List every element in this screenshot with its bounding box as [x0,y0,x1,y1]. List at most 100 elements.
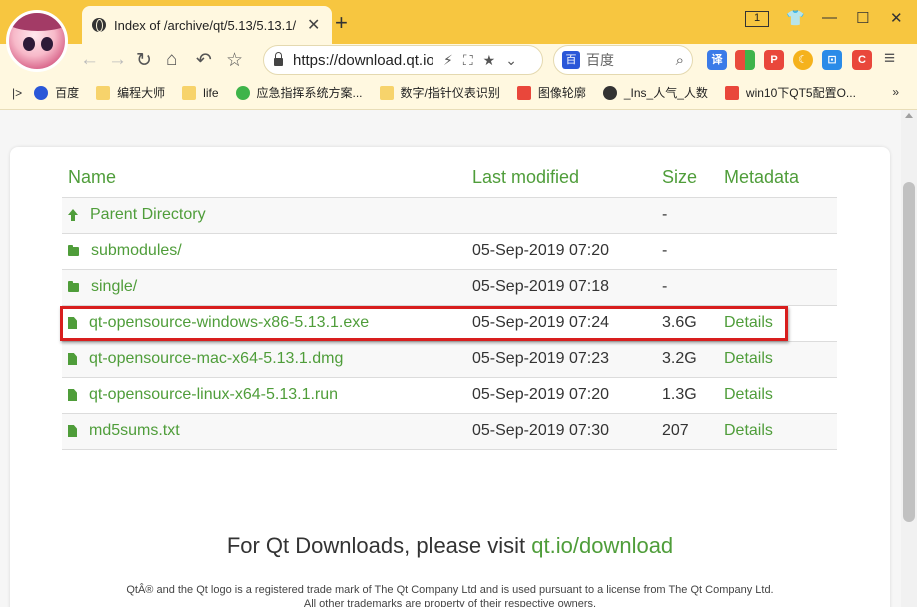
bookmark-qt5-config[interactable]: win10下QT5配置O... [724,84,856,101]
column-header-name[interactable]: Name [62,159,466,197]
page-viewport: Name Last modified Size Metadata Parent … [0,110,901,607]
menu-icon[interactable]: ≡ [884,48,895,70]
undo-close-tab-icon[interactable]: ↶ [196,49,212,72]
windows-installer-link[interactable]: qt-opensource-windows-x86-5.13.1.exe [89,314,369,332]
mac-installer-link[interactable]: qt-opensource-mac-x64-5.13.1.dmg [89,350,343,368]
title-bar: Index of /archive/qt/5.13/5.13.1/ ✕ + 1 … [0,0,917,44]
bookmark-folder-programming[interactable]: 编程大师 [96,84,165,101]
globe-icon [602,85,617,100]
arrow-up-icon [68,209,78,221]
address-bar[interactable]: https://download.qt.io/archive/qt/5.13/5… [263,45,543,75]
modified-cell: 05-Sep-2019 07:20 [466,232,656,269]
bookmark-label: life [203,85,219,100]
bookmark-label: 图像轮廓 [537,86,586,100]
baidu-logo-icon: 百 [562,51,580,69]
table-row: Parent Directory - [62,196,837,233]
user-avatar[interactable] [6,10,68,72]
bookmarks-overflow-button[interactable]: » [892,85,899,99]
linkedin-icon [235,85,250,100]
back-arrow-icon[interactable]: ← [80,49,99,71]
home-icon[interactable]: ⌂ [166,49,177,71]
night-mode-icon[interactable]: ☾ [793,50,813,70]
column-header-modified[interactable]: Last modified [466,159,656,197]
bookmark-star-icon[interactable]: ☆ [226,49,243,72]
parent-directory-link[interactable]: Parent Directory [90,206,206,224]
bookmark-folder-life[interactable]: life [182,85,219,100]
scrollbar-thumb[interactable] [903,182,915,522]
bookmark-folder-meter[interactable]: 数字/指针仪表识别 [379,84,500,101]
lightning-icon[interactable]: ⚡ [443,52,453,69]
globe-icon [92,18,106,32]
search-input[interactable]: 百度 [586,50,676,70]
table-row: qt-opensource-windows-x86-5.13.1.exe 05-… [62,304,837,341]
column-header-size[interactable]: Size [656,159,718,197]
modified-cell: 05-Sep-2019 07:18 [466,268,656,305]
favorite-star-icon[interactable]: ★ [483,52,496,69]
chevron-down-icon[interactable]: ⌄ [505,52,517,69]
details-link[interactable]: Details [724,314,773,331]
modified-cell [466,196,656,233]
apps-grid-icon[interactable] [735,50,755,70]
tab-close-button[interactable]: ✕ [307,15,320,35]
minimize-button[interactable]: — [822,9,837,26]
bookmarks-bar: |> 百度 编程大师 life 应急指挥系统方案... 数字/指针仪表识别 图像… [0,76,917,110]
close-window-button[interactable]: ✕ [890,9,903,27]
size-cell: 1.3G [656,376,718,413]
bookmark-label: 编程大师 [117,86,166,100]
tab-count-badge[interactable]: 1 [745,11,769,27]
shirt-skin-icon[interactable]: 👕 [786,9,805,27]
bookmark-ins[interactable]: _Ins_人气_人数 [602,84,708,101]
avatar-eye-left [23,37,35,51]
size-cell: 3.2G [656,340,718,377]
column-header-metadata[interactable]: Metadata [718,159,837,197]
bookmark-label: 应急指挥系统方案... [256,86,363,100]
screenshot-icon[interactable]: ⛶ [463,52,473,69]
folder-icon [182,85,197,100]
bookmark-emergency[interactable]: 应急指挥系统方案... [235,84,363,101]
table-row: submodules/ 05-Sep-2019 07:20 - [62,232,837,269]
legal-line-2: All other trademarks are property of the… [303,598,597,607]
qt-download-link[interactable]: qt.io/download [531,533,673,558]
crop-icon[interactable]: ⊡ [822,50,842,70]
scroll-up-arrow-icon[interactable] [905,113,913,118]
bookmark-baidu[interactable]: 百度 [34,84,79,101]
translate-icon[interactable]: 译 [707,50,727,70]
submodules-link[interactable]: submodules/ [91,242,182,260]
linux-installer-link[interactable]: qt-opensource-linux-x64-5.13.1.run [89,386,338,404]
bookmark-label: 百度 [55,86,80,100]
table-row: single/ 05-Sep-2019 07:18 - [62,268,837,305]
bookmark-label: win10下QT5配置O... [745,86,856,100]
maximize-button[interactable]: ☐ [856,9,869,27]
callout-text: For Qt Downloads, please visit [226,533,532,558]
folder-icon [96,85,111,100]
url-text[interactable]: https://download.qt.io/archive/qt/5.13/5… [293,52,433,69]
details-link[interactable]: Details [724,422,773,439]
details-link[interactable]: Details [724,386,773,403]
vertical-scrollbar[interactable] [901,110,917,607]
single-link[interactable]: single/ [91,278,137,296]
baidu-paw-icon [34,85,49,100]
navigation-bar: ← → ↻ ⌂ ↶ ☆ https://download.qt.io/archi… [0,44,917,76]
csdn-icon [724,85,739,100]
tab-active[interactable]: Index of /archive/qt/5.13/5.13.1/ ✕ [82,6,332,44]
extension-c-icon[interactable]: C [852,50,872,70]
legal-line-1: QtÂ® and the Qt logo is a registered tra… [126,584,774,596]
csdn-icon [516,85,531,100]
listing-card: Name Last modified Size Metadata Parent … [10,147,890,607]
forward-arrow-icon[interactable]: → [108,49,127,71]
bookmark-contour[interactable]: 图像轮廓 [516,84,586,101]
table-row: qt-opensource-mac-x64-5.13.1.dmg 05-Sep-… [62,340,837,377]
reload-icon[interactable]: ↻ [136,49,152,72]
file-icon [68,425,77,437]
search-icon[interactable]: ⌕ [676,52,684,69]
table-row: md5sums.txt 05-Sep-2019 07:30 207 Detail… [62,412,837,450]
md5sums-link[interactable]: md5sums.txt [89,422,180,440]
pdf-icon[interactable]: P [764,50,784,70]
search-box[interactable]: 百 百度 ⌕ [553,45,693,75]
directory-listing-table: Name Last modified Size Metadata Parent … [62,159,837,450]
new-tab-button[interactable]: + [335,10,348,36]
sidebar-toggle-icon[interactable]: |> [12,86,22,100]
table-header-row: Name Last modified Size Metadata [62,159,837,197]
details-link[interactable]: Details [724,350,773,367]
size-cell: 3.6G [656,304,718,341]
